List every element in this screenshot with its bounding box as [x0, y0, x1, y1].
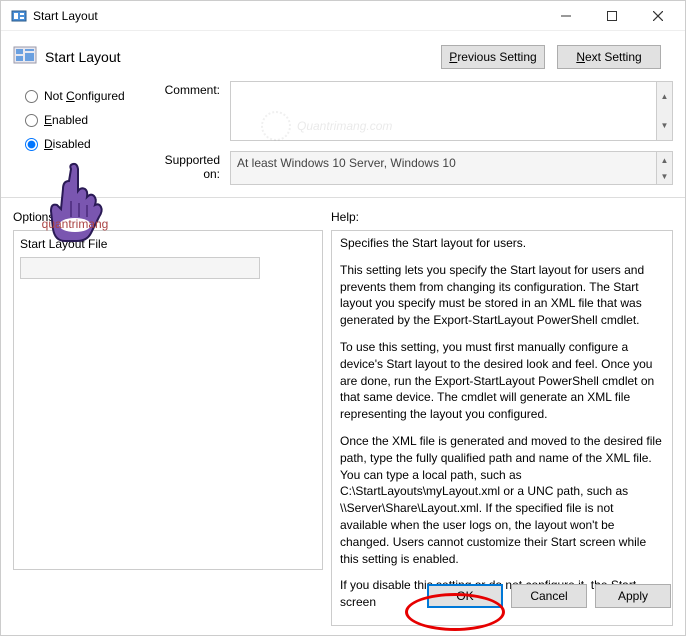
help-label: Help: [331, 210, 359, 224]
ok-button[interactable]: OK [427, 584, 503, 608]
previous-setting-button[interactable]: Previous Setting [441, 45, 545, 69]
help-paragraph: Specifies the Start layout for users. [340, 235, 664, 252]
radio-not-configured-input[interactable] [25, 90, 38, 103]
options-label: Options: [13, 210, 331, 224]
layout-icon [11, 8, 27, 24]
radio-disabled[interactable]: Disabled [25, 137, 136, 151]
chevron-up-icon[interactable]: ▲ [657, 152, 672, 168]
header-section: Start Layout Previous Setting Next Setti… [1, 31, 685, 77]
comment-scroll[interactable]: ▲ ▼ [657, 81, 673, 141]
divider [1, 197, 685, 198]
cancel-button[interactable]: Cancel [511, 584, 587, 608]
help-panel: Specifies the Start layout for users. Th… [331, 230, 673, 626]
layout-icon [13, 45, 37, 69]
help-paragraph: This setting lets you specify the Start … [340, 262, 664, 329]
supported-on-field: At least Windows 10 Server, Windows 10 [230, 151, 657, 185]
radio-enabled[interactable]: Enabled [25, 113, 136, 127]
chevron-down-icon[interactable]: ▼ [657, 111, 672, 140]
close-button[interactable] [635, 1, 681, 31]
apply-button[interactable]: Apply [595, 584, 671, 608]
supported-label: Supported on: [148, 151, 230, 185]
options-panel: Start Layout File [13, 230, 323, 570]
supported-scroll[interactable]: ▲ ▼ [657, 151, 673, 185]
window-titlebar: Start Layout [1, 1, 685, 31]
radio-not-configured[interactable]: Not Configured [25, 89, 136, 103]
help-paragraph: Once the XML file is generated and moved… [340, 433, 664, 567]
help-text[interactable]: Specifies the Start layout for users. Th… [332, 231, 672, 625]
radio-enabled-input[interactable] [25, 114, 38, 127]
maximize-button[interactable] [589, 1, 635, 31]
window-title: Start Layout [33, 9, 543, 23]
chevron-down-icon[interactable]: ▼ [657, 168, 672, 184]
minimize-button[interactable] [543, 1, 589, 31]
start-layout-file-input [20, 257, 260, 279]
comment-field[interactable] [230, 81, 657, 141]
comment-label: Comment: [148, 81, 230, 141]
page-title: Start Layout [45, 49, 441, 65]
help-paragraph: To use this setting, you must first manu… [340, 339, 664, 423]
file-field-label: Start Layout File [20, 237, 316, 251]
next-setting-button[interactable]: Next Setting [557, 45, 661, 69]
chevron-up-icon[interactable]: ▲ [657, 82, 672, 111]
radio-disabled-input[interactable] [25, 138, 38, 151]
